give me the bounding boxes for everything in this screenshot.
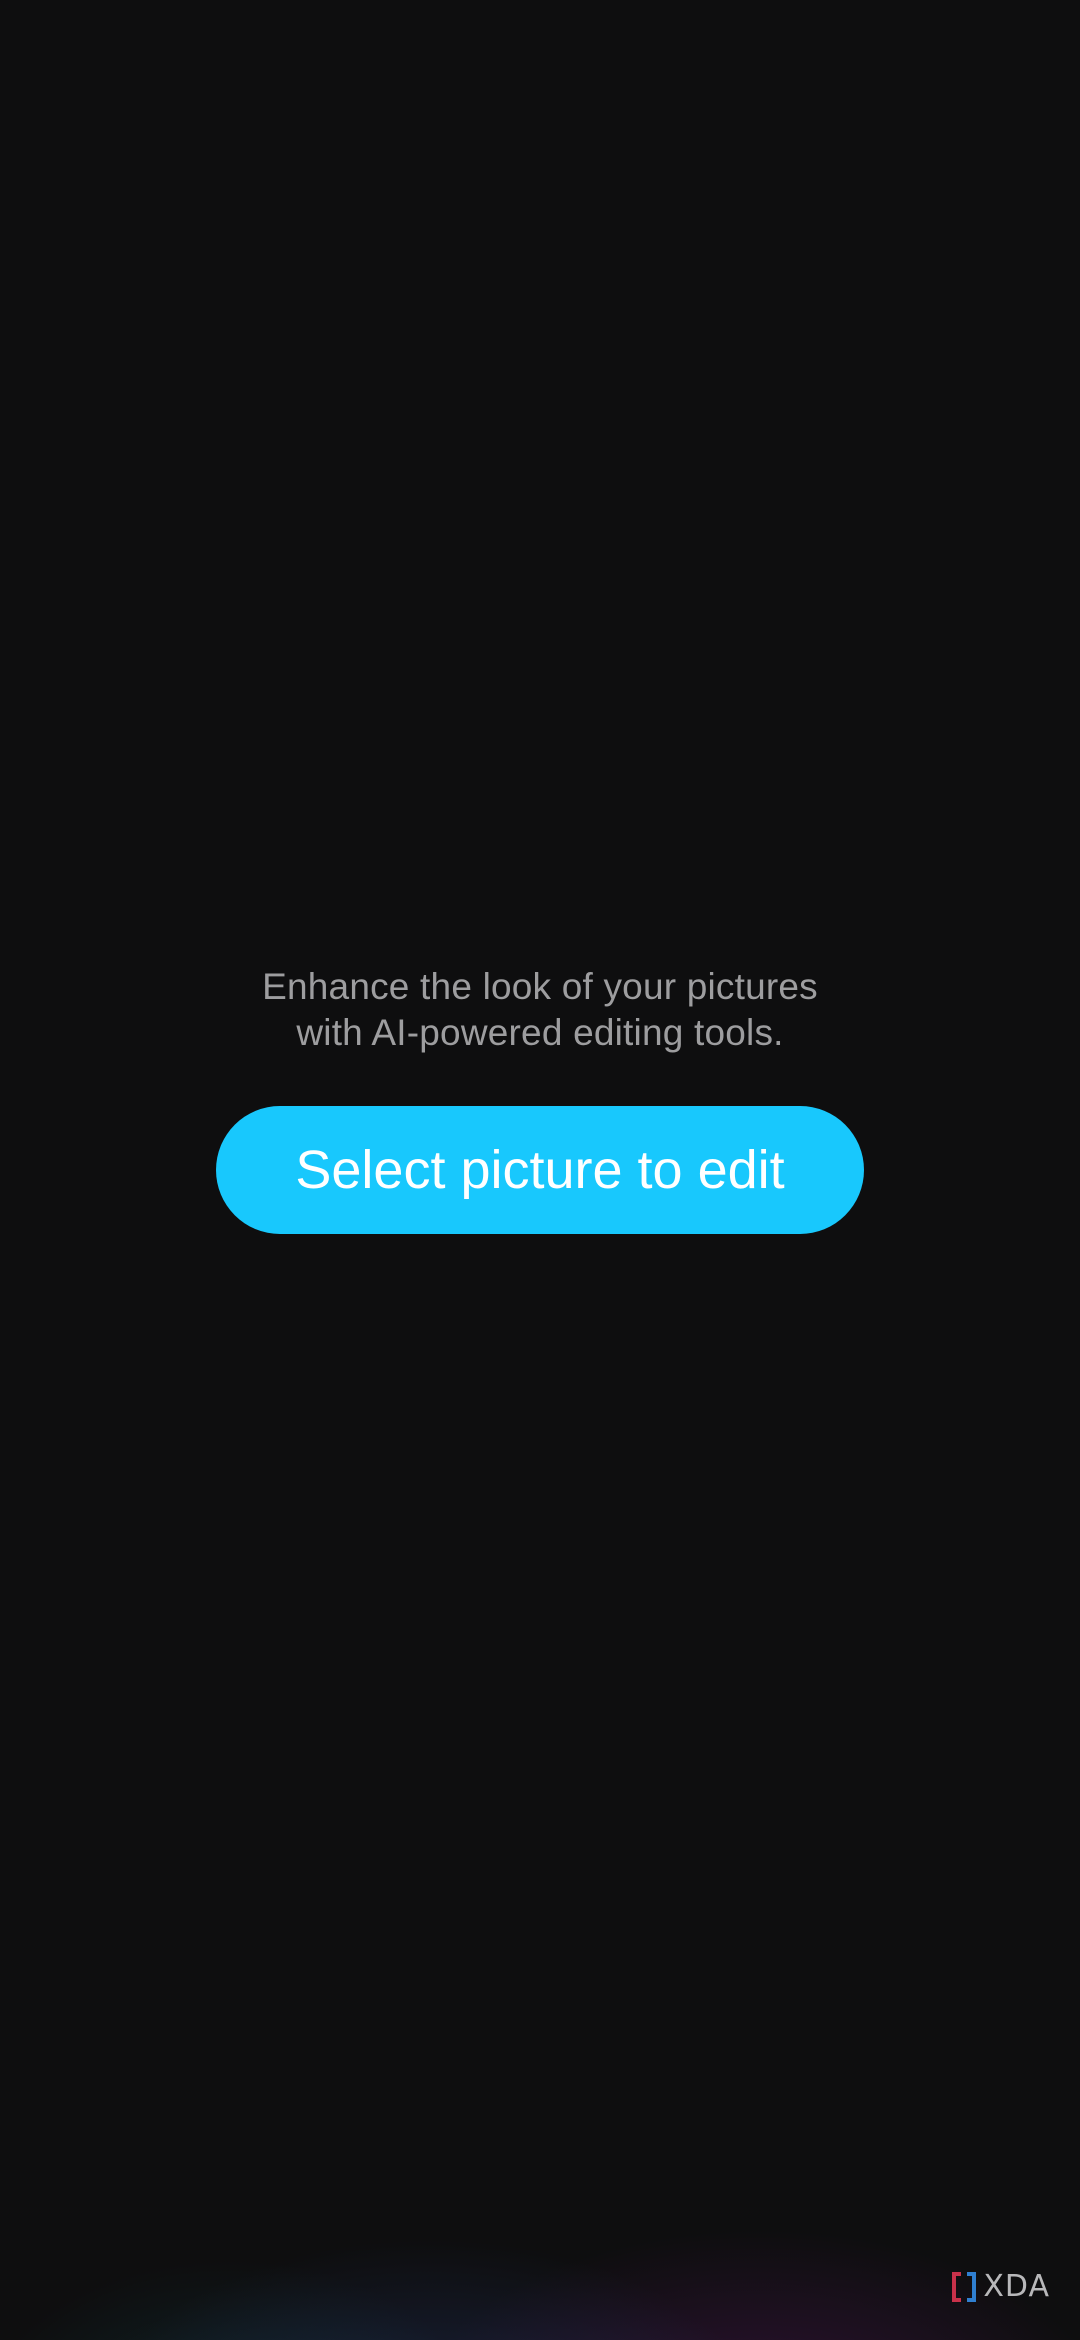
xda-logo-icon xyxy=(952,2272,977,2302)
bottom-gradient-glow xyxy=(0,2120,1080,2340)
intro-text: Enhance the look of your pictures with A… xyxy=(140,964,940,1056)
select-picture-button[interactable]: Select picture to edit xyxy=(216,1106,864,1234)
xda-watermark: XDA xyxy=(951,2267,1050,2307)
watermark-text: XDA xyxy=(983,2269,1050,2304)
intro-text-line-2: with AI-powered editing tools. xyxy=(296,1012,784,1053)
intro-text-line-1: Enhance the look of your pictures xyxy=(262,966,818,1007)
